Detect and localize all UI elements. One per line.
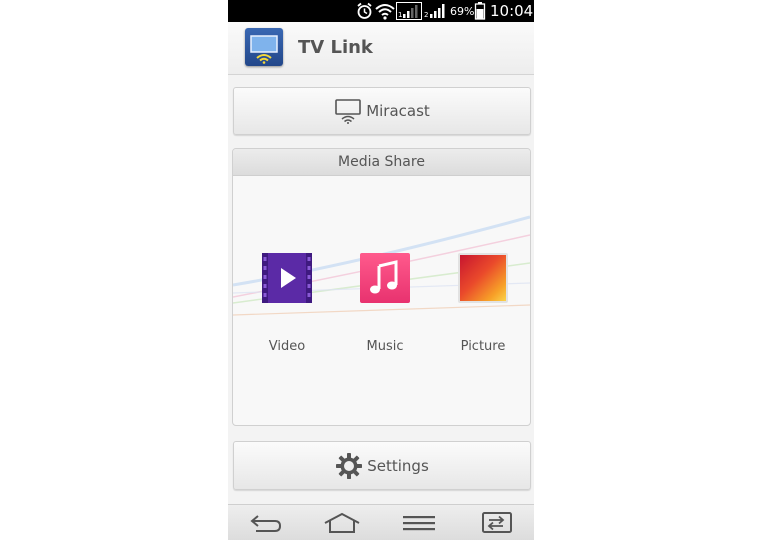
- app-header: TV Link: [228, 22, 534, 75]
- media-item-label: Video: [268, 339, 306, 354]
- app-title: TV Link: [298, 37, 373, 58]
- menu-icon: [403, 516, 435, 531]
- music-note-icon: [360, 253, 410, 303]
- wifi-icon: [375, 4, 395, 20]
- battery-icon: [474, 2, 486, 20]
- home-icon: [324, 512, 360, 533]
- media-item-picture[interactable]: Picture: [443, 253, 523, 363]
- switch-icon: [482, 512, 512, 533]
- menu-button[interactable]: [389, 505, 449, 540]
- status-time: 10:04: [490, 2, 534, 20]
- media-item-music[interactable]: Music: [345, 253, 425, 363]
- alarm-icon: [357, 2, 372, 19]
- switch-button[interactable]: [466, 505, 526, 540]
- media-share-panel: Media Share Video Music Picture: [232, 148, 531, 426]
- media-item-video[interactable]: Video: [247, 253, 327, 363]
- settings-button[interactable]: Settings: [233, 441, 531, 490]
- miracast-label: Miracast: [366, 102, 430, 120]
- media-item-label: Picture: [460, 339, 506, 354]
- picture-icon: [458, 253, 508, 303]
- signal-1-icon: 1: [396, 2, 422, 20]
- signal-2-icon: 2: [424, 4, 445, 19]
- svg-text:2: 2: [424, 11, 428, 19]
- media-item-label: Music: [366, 339, 404, 354]
- cast-screen-icon: [335, 99, 361, 124]
- svg-text:1: 1: [398, 11, 402, 19]
- video-play-icon: [262, 253, 312, 303]
- gear-icon: [336, 452, 363, 479]
- tv-cast-icon: [245, 28, 283, 66]
- media-share-title: Media Share: [233, 149, 530, 176]
- back-button[interactable]: [236, 505, 296, 540]
- settings-label: Settings: [367, 456, 429, 475]
- phone-screen: 1 2 69% 10:04 TV Link Miracast Media Sha…: [228, 0, 534, 540]
- back-icon: [250, 515, 282, 532]
- navigation-bar: [228, 504, 534, 540]
- miracast-button[interactable]: Miracast: [233, 87, 531, 135]
- home-button[interactable]: [312, 505, 372, 540]
- status-bar: 1 2 69% 10:04: [228, 0, 534, 22]
- battery-percent: 69%: [450, 4, 475, 18]
